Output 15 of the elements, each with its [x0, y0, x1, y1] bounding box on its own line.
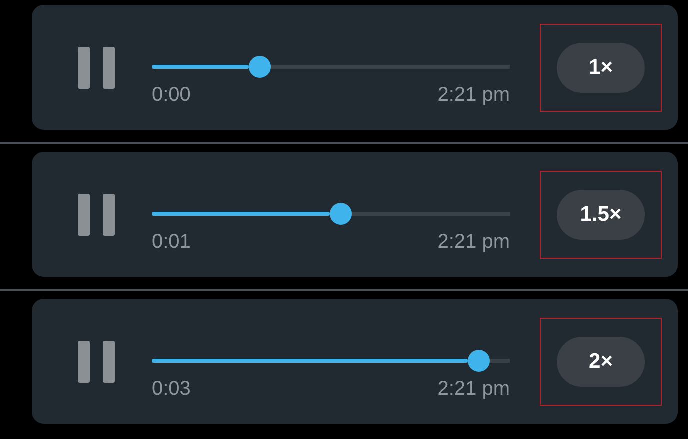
playback-speed-button[interactable]: 1.5×	[557, 190, 645, 240]
pause-button[interactable]	[78, 46, 115, 88]
elapsed-time: 0:00	[152, 82, 191, 106]
elapsed-time: 0:03	[152, 376, 191, 400]
slider-thumb[interactable]	[468, 350, 490, 372]
slider-thumb[interactable]	[249, 56, 272, 78]
playback-speed-button[interactable]: 1×	[557, 42, 645, 92]
pause-button[interactable]	[78, 340, 115, 382]
slider-thumb[interactable]	[330, 202, 352, 224]
message-time: 2:21 pm	[438, 82, 510, 106]
message-time: 2:21 pm	[438, 230, 510, 254]
pause-button[interactable]	[78, 194, 115, 236]
elapsed-time: 0:01	[152, 230, 191, 254]
playback-speed-button[interactable]: 2×	[557, 336, 645, 386]
message-time: 2:21 pm	[438, 376, 510, 400]
